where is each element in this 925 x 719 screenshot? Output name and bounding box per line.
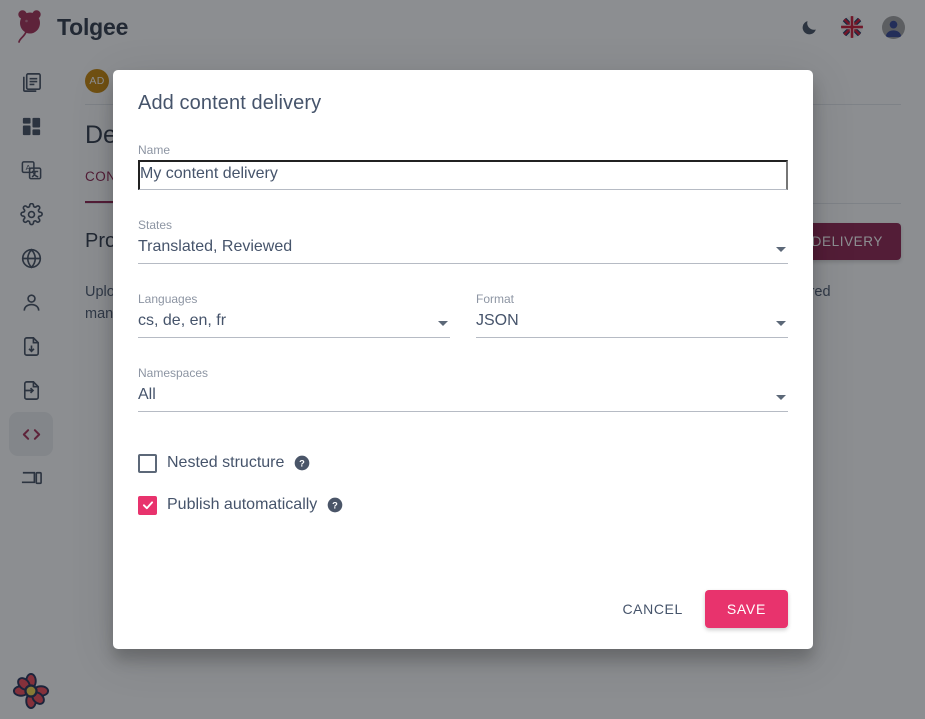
dialog-actions: CANCEL SAVE: [611, 590, 788, 628]
name-field-label: Name: [138, 143, 171, 157]
help-circle-icon[interactable]: ?: [327, 497, 343, 513]
save-button[interactable]: SAVE: [704, 590, 788, 628]
help-circle-icon[interactable]: ?: [294, 455, 310, 471]
publish-automatically-label: Publish automatically: [167, 496, 318, 513]
nested-structure-row: Nested structure ?: [138, 442, 788, 484]
chevron-down-icon[interactable]: [438, 321, 448, 326]
app-root: AD Admin / Project Developer CONTENT DEL…: [0, 0, 925, 719]
namespaces-field-group: Namespaces All: [138, 366, 788, 412]
languages-select[interactable]: cs, de, en, fr: [138, 309, 450, 338]
name-input[interactable]: [138, 160, 788, 190]
format-field-label: Format: [476, 292, 515, 306]
chevron-down-icon[interactable]: [776, 321, 786, 326]
svg-text:?: ?: [332, 500, 338, 510]
states-field-label: States: [138, 218, 173, 232]
name-field-group: Name: [138, 143, 788, 190]
chevron-down-icon[interactable]: [776, 247, 786, 252]
chevron-down-icon[interactable]: [776, 395, 786, 400]
states-select[interactable]: Translated, Reviewed: [138, 235, 788, 264]
languages-format-row: Languages cs, de, en, fr Format JSON: [138, 264, 788, 338]
languages-field-group: Languages cs, de, en, fr: [138, 292, 450, 338]
states-field-group: States Translated, Reviewed: [138, 218, 788, 264]
namespaces-field-label: Namespaces: [138, 366, 209, 380]
nested-structure-checkbox[interactable]: [138, 453, 157, 473]
publish-automatically-row: Publish automatically ?: [138, 484, 788, 526]
svg-text:?: ?: [300, 458, 306, 468]
nested-structure-label: Nested structure: [167, 454, 285, 471]
publish-automatically-checkbox[interactable]: [138, 495, 157, 515]
format-field-group: Format JSON: [476, 292, 788, 338]
add-content-delivery-dialog: Add content delivery Name States Transla…: [113, 70, 813, 649]
dialog-title: Add content delivery: [138, 92, 322, 114]
cancel-button[interactable]: CANCEL: [611, 592, 693, 626]
namespaces-select[interactable]: All: [138, 383, 788, 412]
languages-field-label: Languages: [138, 292, 198, 306]
format-select[interactable]: JSON: [476, 309, 788, 338]
